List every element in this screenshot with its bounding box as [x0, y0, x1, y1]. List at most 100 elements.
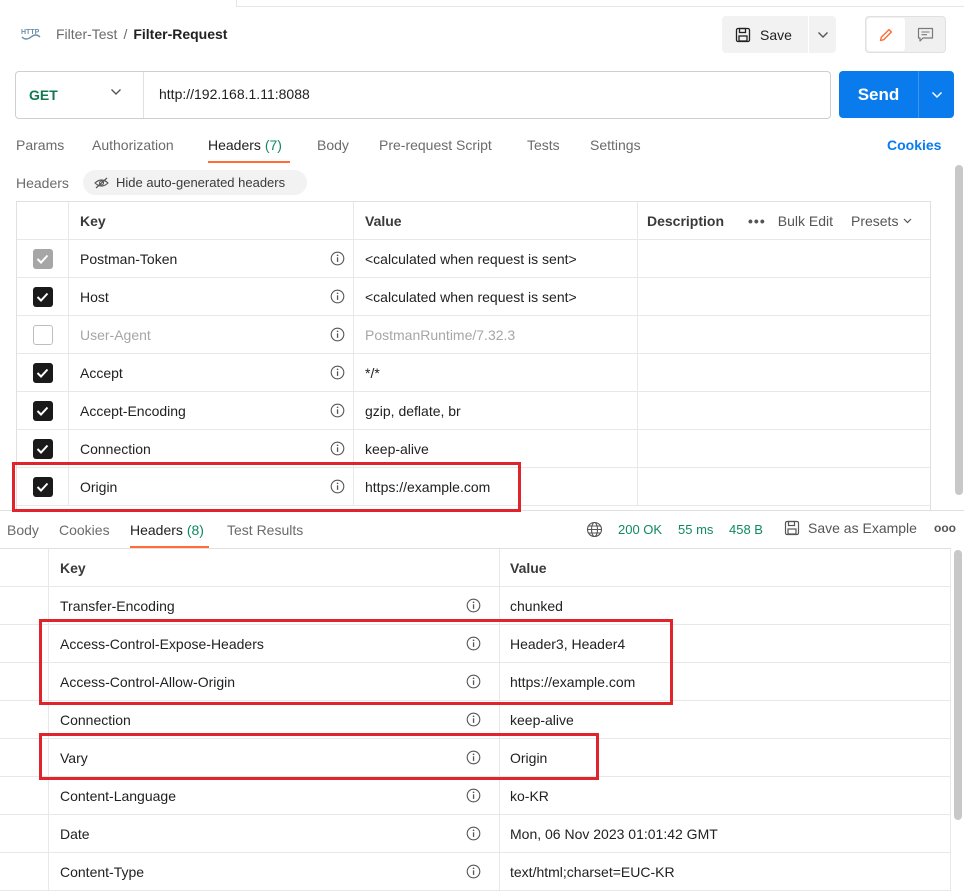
info-icon[interactable]: [330, 289, 345, 304]
header-description-cell[interactable]: [638, 430, 930, 468]
header-key-cell[interactable]: Host: [69, 278, 354, 316]
table-row[interactable]: Accept-Encoding gzip, deflate, br: [17, 392, 930, 430]
tab-headers[interactable]: Headers (7): [208, 137, 282, 153]
response-header-key-cell[interactable]: Content-Type: [49, 853, 500, 891]
table-row[interactable]: User-Agent PostmanRuntime/7.32.3: [17, 316, 930, 354]
header-key-cell[interactable]: Accept-Encoding: [69, 392, 354, 430]
tab-params[interactable]: Params: [16, 137, 64, 153]
tab-body[interactable]: Body: [317, 137, 349, 153]
response-header-key: Content-Type: [60, 864, 145, 880]
header-value: */*: [365, 365, 380, 381]
comment-icon: [917, 27, 934, 42]
method-select[interactable]: GET: [29, 87, 58, 103]
send-dropdown-button[interactable]: [918, 71, 954, 118]
chevron-down-icon: [931, 91, 942, 98]
globe-icon[interactable]: [586, 521, 603, 538]
header-value-cell[interactable]: <calculated when request is sent>: [354, 240, 638, 278]
header-key: Accept: [80, 365, 123, 381]
cookies-link[interactable]: Cookies: [887, 137, 941, 153]
edit-mode-button[interactable]: [867, 18, 905, 51]
response-header-key: Connection: [60, 712, 131, 728]
header-description-cell[interactable]: [638, 278, 930, 316]
response-header-value-cell[interactable]: ko-KR: [500, 777, 951, 815]
info-icon[interactable]: [330, 441, 345, 456]
breadcrumb-collection[interactable]: Filter-Test: [56, 26, 117, 42]
header-value-cell[interactable]: <calculated when request is sent>: [354, 278, 638, 316]
table-row[interactable]: Accept */*: [17, 354, 930, 392]
chevron-down-icon[interactable]: [110, 88, 122, 96]
header-description-cell[interactable]: [638, 354, 930, 392]
tab-settings[interactable]: Settings: [590, 137, 641, 153]
header-key-cell[interactable]: Postman-Token: [69, 240, 354, 278]
header-enabled-checkbox[interactable]: [32, 363, 53, 383]
header-enabled-checkbox[interactable]: [32, 287, 53, 307]
info-icon[interactable]: [330, 327, 345, 342]
header-enabled-checkbox[interactable]: [32, 325, 53, 345]
more-options-icon[interactable]: •••: [748, 213, 766, 229]
url-input[interactable]: [159, 86, 759, 102]
tab-pre-request-script[interactable]: Pre-request Script: [379, 137, 492, 153]
header-key-cell[interactable]: User-Agent: [69, 316, 354, 354]
more-options-icon[interactable]: ooo: [934, 521, 956, 535]
save-button[interactable]: Save: [722, 16, 808, 53]
window-top-edge: [236, 0, 964, 7]
header-description-cell[interactable]: [638, 240, 930, 278]
highlight-origin-request-header: [12, 462, 521, 512]
response-header-key-cell[interactable]: Date: [49, 815, 500, 853]
header-description-cell[interactable]: [638, 468, 930, 506]
response-header-key: Content-Language: [60, 788, 176, 804]
info-icon[interactable]: [330, 403, 345, 418]
bulk-edit-button[interactable]: Bulk Edit: [778, 213, 833, 229]
request-title[interactable]: Filter-Request: [133, 26, 227, 42]
info-icon[interactable]: [466, 712, 481, 727]
header-key: Connection: [80, 441, 151, 457]
header-key: Accept-Encoding: [80, 403, 186, 419]
tab-authorization[interactable]: Authorization: [92, 137, 174, 153]
response-header-value-cell[interactable]: Mon, 06 Nov 2023 01:01:42 GMT: [500, 815, 951, 853]
response-size[interactable]: 458 B: [729, 522, 763, 537]
response-header-value-cell[interactable]: text/html;charset=EUC-KR: [500, 853, 951, 891]
header-key-cell[interactable]: Accept: [69, 354, 354, 392]
pencil-icon: [879, 28, 893, 41]
comment-mode-button[interactable]: [907, 18, 944, 51]
save-dropdown-button[interactable]: [809, 16, 836, 53]
hide-auto-generated-toggle[interactable]: Hide auto-generated headers: [83, 170, 307, 195]
header-value-cell[interactable]: */*: [354, 354, 638, 392]
info-icon[interactable]: [466, 788, 481, 803]
response-tab-headers[interactable]: Headers (8): [130, 522, 204, 538]
chevron-down-icon: [904, 218, 912, 224]
response-header-value: text/html;charset=EUC-KR: [510, 864, 675, 880]
header-description-cell[interactable]: [638, 316, 930, 354]
header-value-cell[interactable]: gzip, deflate, br: [354, 392, 638, 430]
table-row[interactable]: Content-Type text/html;charset=EUC-KR: [0, 853, 951, 891]
request-scrollbar[interactable]: [955, 165, 963, 495]
column-value: Value: [354, 202, 638, 240]
table-row[interactable]: Date Mon, 06 Nov 2023 01:01:42 GMT: [0, 815, 951, 853]
table-row[interactable]: Host <calculated when request is sent>: [17, 278, 930, 316]
header-enabled-checkbox[interactable]: [32, 439, 53, 459]
header-enabled-checkbox[interactable]: [32, 249, 53, 269]
header-enabled-checkbox[interactable]: [32, 401, 53, 421]
header-description-cell[interactable]: [638, 392, 930, 430]
info-icon[interactable]: [330, 251, 345, 266]
info-icon[interactable]: [466, 826, 481, 841]
status-code[interactable]: 200 OK: [618, 522, 662, 537]
response-tab-body[interactable]: Body: [7, 522, 39, 538]
response-tab-cookies[interactable]: Cookies: [59, 522, 110, 538]
info-icon[interactable]: [466, 598, 481, 613]
send-button[interactable]: Send: [839, 71, 918, 118]
response-scrollbar[interactable]: [954, 550, 962, 820]
breadcrumb-separator: /: [123, 26, 128, 42]
response-header-key-cell[interactable]: Content-Language: [49, 777, 500, 815]
tab-tests[interactable]: Tests: [527, 137, 560, 153]
header-value-cell[interactable]: PostmanRuntime/7.32.3: [354, 316, 638, 354]
column-value: Value: [500, 549, 951, 587]
response-time[interactable]: 55 ms: [678, 522, 713, 537]
presets-dropdown[interactable]: Presets: [851, 213, 912, 229]
save-as-example-button[interactable]: Save as Example: [784, 520, 917, 536]
info-icon[interactable]: [330, 365, 345, 380]
table-row[interactable]: Content-Language ko-KR: [0, 777, 951, 815]
info-icon[interactable]: [466, 864, 481, 879]
table-row[interactable]: Postman-Token <calculated when request is…: [17, 240, 930, 278]
response-tab-test-results[interactable]: Test Results: [227, 522, 303, 538]
